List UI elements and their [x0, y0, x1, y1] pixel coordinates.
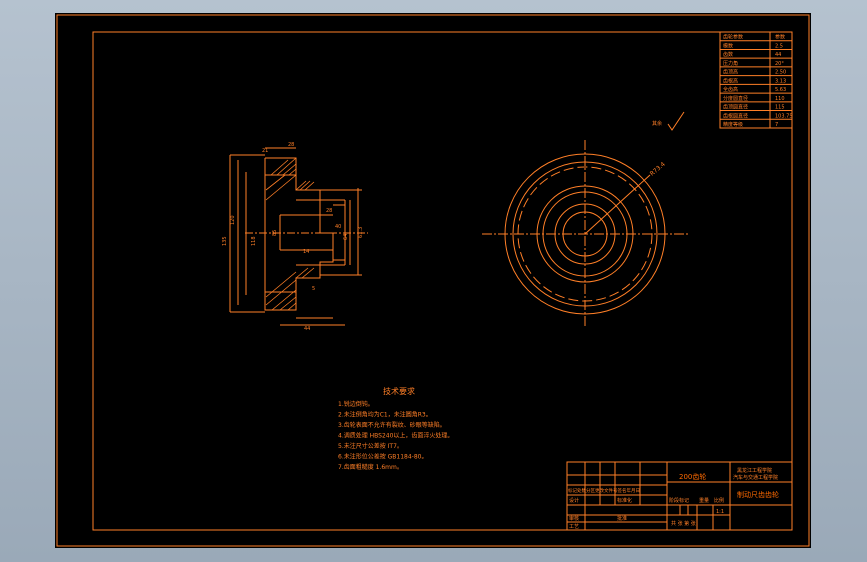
tech-requirement-item: 6.未注形位公差按 GB1184-80。 — [338, 453, 427, 461]
dim-left-outer: 135 — [222, 236, 228, 246]
tech-title: 技术要求 — [383, 386, 415, 396]
dim-bottom: 44 — [304, 326, 310, 332]
change-row: 标记处数分区更改文件号签名年月日 — [568, 487, 640, 494]
parameter-label: 齿数 — [723, 51, 733, 58]
parameter-label: 齿根圆直径 — [723, 112, 748, 119]
dim-bore-b: 64 — [343, 234, 349, 240]
dim-hub-a: 28 — [326, 208, 332, 214]
drawing-number: 200齿轮 — [679, 472, 706, 481]
parameter-label: 齿根高 — [723, 77, 738, 84]
dim-bore-c: 61.3 — [358, 227, 364, 238]
parameter-value: 20° — [775, 61, 784, 67]
parameter-value: 115 — [775, 105, 785, 111]
stage-mark-label: 阶段标记 — [669, 497, 689, 504]
parameter-label: 压力角 — [723, 60, 738, 67]
scale-value: 1:1 — [716, 509, 724, 515]
cad-drawing[interactable]: 齿轮参数 参数模数 2.5 齿数 44 压力角 20° 齿顶高 2.50 齿根高 3.13 全齿高 5.… — [0, 0, 867, 562]
parameter-value: 5.63 — [775, 87, 786, 93]
dim-top-b: 28 — [288, 142, 294, 148]
parameter-label: 分度圆直径 — [723, 95, 748, 102]
parameter-label: 齿顶圆直径 — [723, 104, 748, 111]
dim-bore-a: 85 — [272, 230, 278, 236]
weight-label: 重量 — [699, 497, 709, 504]
parameter-value: 7 — [775, 122, 778, 128]
checker-label: 审核 — [569, 515, 579, 522]
part-name: 制动尺齿齿轮 — [737, 490, 779, 499]
school-name-1: 黑龙江工程学院 — [737, 467, 772, 474]
dim-small-b: 5 — [312, 286, 315, 292]
parameter-value: 2.50 — [775, 70, 786, 76]
drawing-canvas — [55, 13, 811, 548]
scale-label: 比例 — [714, 497, 724, 504]
school-name-2: 汽车与交通工程学院 — [733, 474, 778, 481]
parameter-value: 44 — [775, 52, 781, 58]
tech-requirement-item: 1.锐边倒钝。 — [338, 400, 374, 408]
tech-requirement-item: 5.未注尺寸公差按 IT7。 — [338, 442, 403, 450]
parameter-label: 模数 — [723, 42, 733, 49]
standard-label: 标准化 — [617, 497, 632, 504]
parameter-label: 齿顶高 — [723, 69, 738, 76]
dim-top-a: 21 — [262, 148, 268, 154]
tech-requirement-item: 7.齿面粗糙度 1.6mm。 — [338, 463, 403, 471]
process-label: 工艺 — [569, 524, 579, 530]
parameter-label: 全齿高 — [723, 86, 738, 93]
approve-label: 批准 — [617, 515, 627, 522]
tech-requirement-item: 4.调质处理 HBS240以上，齿面淬火处理。 — [338, 432, 453, 440]
dim-small-a: 14 — [303, 249, 309, 255]
dim-left-mid: 120 — [230, 215, 236, 225]
sheet-info: 共 张 第 张 — [671, 520, 696, 527]
parameter-value: 参数 — [775, 34, 785, 41]
parameter-label: 精度等级 — [723, 121, 743, 128]
tech-requirement-item: 3.齿轮表面不允许有裂纹、砂眼等缺陷。 — [338, 421, 446, 429]
dim-hub-b: 40 — [335, 224, 341, 230]
parameter-value: 103.75 — [775, 113, 793, 119]
parameter-value: 3.13 — [775, 78, 786, 84]
parameter-value: 110 — [775, 96, 785, 102]
tech-requirement-item: 2.未注倒角均为C1，未注圆角R3。 — [338, 411, 432, 419]
dim-left-inner: 118 — [251, 236, 257, 246]
designer-label: 设计 — [569, 497, 579, 504]
parameter-value: 2.5 — [775, 43, 783, 49]
parameter-label: 齿轮参数 — [723, 34, 743, 41]
roughness-note: 其余 — [652, 120, 662, 127]
